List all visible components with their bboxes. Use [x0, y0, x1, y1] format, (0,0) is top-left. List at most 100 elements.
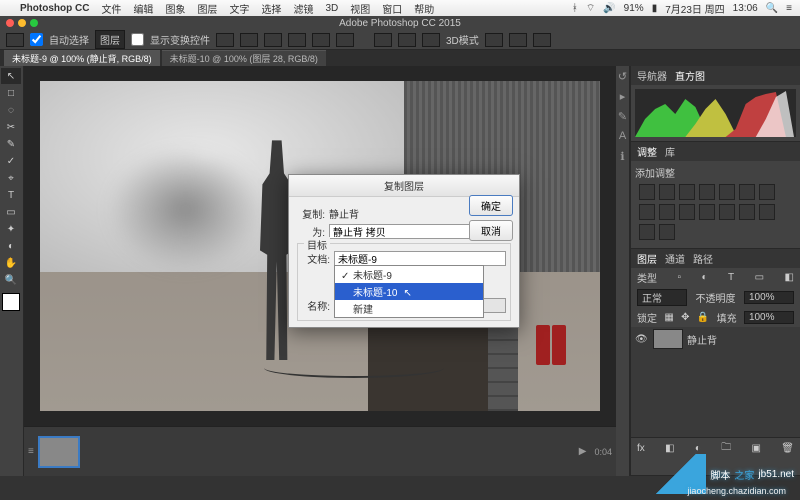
histogram-tab[interactable]: 直方图 [675, 68, 705, 83]
cancel-button[interactable]: 取消 [469, 220, 513, 241]
align-bottom-button[interactable] [336, 33, 354, 47]
filter-smart-icon[interactable]: ◧ [785, 272, 794, 283]
paths-tab[interactable]: 路径 [693, 251, 713, 266]
shape-tool[interactable]: ▭ [1, 204, 21, 220]
delete-layer-icon[interactable]: 🗑 [781, 443, 794, 454]
dropdown-option[interactable]: ✓未标题-9 [335, 266, 483, 283]
menu-layer[interactable]: 图层 [197, 1, 217, 16]
zoom-tool[interactable]: 🔍 [1, 272, 21, 288]
dropdown-option[interactable]: 未标题-10↖ [335, 283, 483, 300]
show-transform-checkbox[interactable] [131, 33, 144, 46]
menubar-date[interactable]: 7月23日 周四 [665, 1, 724, 16]
posterize-icon[interactable] [739, 204, 755, 220]
timeline-menu-icon[interactable]: ≡ [28, 446, 34, 457]
brush-tool[interactable]: ⌖ [1, 170, 21, 186]
menu-filter[interactable]: 滤镜 [293, 1, 313, 16]
fx-icon[interactable]: fx [637, 443, 645, 454]
lock-position-icon[interactable]: ✥ [681, 312, 689, 323]
gradientmap-icon[interactable] [639, 224, 655, 240]
channels-tab[interactable]: 通道 [665, 251, 685, 266]
volume-icon[interactable]: 🔊 [603, 3, 615, 14]
adjustments-tab[interactable]: 调整 [637, 144, 657, 159]
menu-select[interactable]: 选择 [261, 1, 281, 16]
lock-all-icon[interactable]: 🔒 [697, 312, 709, 323]
colorbalance-icon[interactable] [759, 184, 775, 200]
menu-3d[interactable]: 3D [325, 3, 338, 14]
layer-name[interactable]: 静止背 [687, 332, 717, 347]
auto-select-target[interactable]: 图层 [95, 30, 125, 49]
menu-window[interactable]: 窗口 [382, 1, 402, 16]
minimize-window-button[interactable] [18, 19, 26, 27]
photofilter-icon[interactable] [659, 204, 675, 220]
actions-icon[interactable]: ▸ [616, 86, 629, 106]
threed-btn-2[interactable] [509, 33, 527, 47]
selective-icon[interactable] [659, 224, 675, 240]
filter-shape-icon[interactable]: ▭ [755, 272, 764, 283]
auto-select-checkbox[interactable] [30, 33, 43, 46]
mask-icon[interactable]: ◧ [665, 443, 674, 454]
curves-icon[interactable] [679, 184, 695, 200]
info-icon[interactable]: ℹ [616, 146, 629, 166]
brightness-icon[interactable] [639, 184, 655, 200]
brushes-icon[interactable]: ✎ [616, 106, 629, 126]
align-center-button[interactable] [240, 33, 258, 47]
ok-button[interactable]: 确定 [469, 195, 513, 216]
char-icon[interactable]: A [616, 126, 629, 146]
marquee-tool[interactable]: □ [1, 85, 21, 101]
align-top-button[interactable] [288, 33, 306, 47]
crop-tool[interactable]: ✂ [1, 119, 21, 135]
battery-icon[interactable]: ▮ [652, 3, 658, 14]
lasso-tool[interactable]: ◌ [1, 102, 21, 118]
hue-icon[interactable] [739, 184, 755, 200]
timeline-play-button[interactable]: ▶ [579, 446, 587, 457]
spotlight-icon[interactable]: 🔍 [766, 3, 778, 14]
lookup-icon[interactable] [699, 204, 715, 220]
menu-help[interactable]: 帮助 [414, 1, 434, 16]
fill-value[interactable]: 100% [744, 311, 794, 324]
healing-tool[interactable]: ✓ [1, 153, 21, 169]
app-name[interactable]: Photoshop CC [20, 3, 89, 14]
menu-view[interactable]: 视图 [350, 1, 370, 16]
vibrance-icon[interactable] [719, 184, 735, 200]
notifications-icon[interactable]: ≡ [786, 3, 792, 14]
layer-thumbnail[interactable] [653, 329, 683, 349]
new-layer-icon[interactable]: ▣ [752, 443, 761, 454]
align-left-button[interactable] [216, 33, 234, 47]
menu-file[interactable]: 文件 [101, 1, 121, 16]
libraries-tab[interactable]: 库 [665, 144, 675, 159]
invert-icon[interactable] [719, 204, 735, 220]
layers-tab[interactable]: 图层 [637, 251, 657, 266]
wifi-icon[interactable]: ⌔ [586, 2, 595, 15]
distribute-3-button[interactable] [422, 33, 440, 47]
menubar-time[interactable]: 13:06 [733, 3, 758, 14]
threed-btn-1[interactable] [485, 33, 503, 47]
filter-pixel-icon[interactable]: ▫ [677, 272, 681, 283]
hand-tool[interactable]: ✋ [1, 255, 21, 271]
eyedropper-tool[interactable]: ✎ [1, 136, 21, 152]
menu-type[interactable]: 文字 [229, 1, 249, 16]
history-icon[interactable]: ↺ [616, 66, 629, 86]
distribute-2-button[interactable] [398, 33, 416, 47]
levels-icon[interactable] [659, 184, 675, 200]
menu-image[interactable]: 图象 [165, 1, 185, 16]
distribute-1-button[interactable] [374, 33, 392, 47]
blend-mode-select[interactable]: 正常 [637, 289, 687, 306]
navigator-tab[interactable]: 导航器 [637, 68, 667, 83]
document-tab-2[interactable]: 未标题-10 @ 100% (图层 28, RGB/8) [162, 50, 326, 66]
filter-adjust-icon[interactable]: ◐ [701, 272, 707, 283]
bw-icon[interactable] [639, 204, 655, 220]
lock-pixels-icon[interactable]: ▦ [664, 312, 673, 323]
exposure-icon[interactable] [699, 184, 715, 200]
zoom-window-button[interactable] [30, 19, 38, 27]
layer-row[interactable]: 👁 静止背 [631, 327, 800, 351]
timeline-frame-thumb[interactable] [38, 436, 81, 468]
bluetooth-icon[interactable]: ᚼ [572, 3, 578, 14]
type-tool[interactable]: T [1, 187, 21, 203]
dropdown-option[interactable]: 新建 [335, 300, 483, 317]
opacity-value[interactable]: 100% [744, 291, 794, 304]
threshold-icon[interactable] [759, 204, 775, 220]
align-right-button[interactable] [264, 33, 282, 47]
document-tab-1[interactable]: 未标题-9 @ 100% (静止背, RGB/8) [4, 50, 160, 66]
color-swatches[interactable] [2, 293, 20, 311]
pen-tool[interactable]: ✦ [1, 221, 21, 237]
